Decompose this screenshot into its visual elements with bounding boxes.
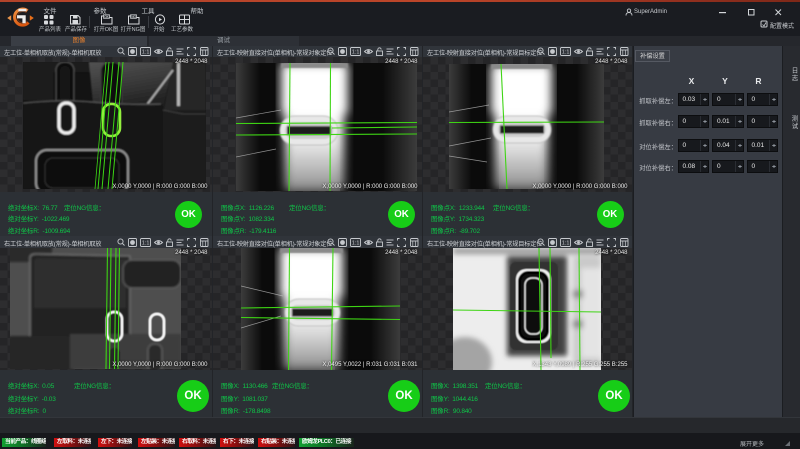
svg-text:1:1: 1:1 [351, 50, 359, 56]
svg-text:1:1: 1:1 [141, 50, 149, 56]
svg-text:1:1: 1:1 [561, 50, 569, 56]
svg-text:1:1: 1:1 [351, 240, 359, 246]
svg-text:1:1: 1:1 [561, 240, 569, 246]
svg-text:NG: NG [131, 15, 136, 19]
svg-text:1:1: 1:1 [141, 240, 149, 246]
